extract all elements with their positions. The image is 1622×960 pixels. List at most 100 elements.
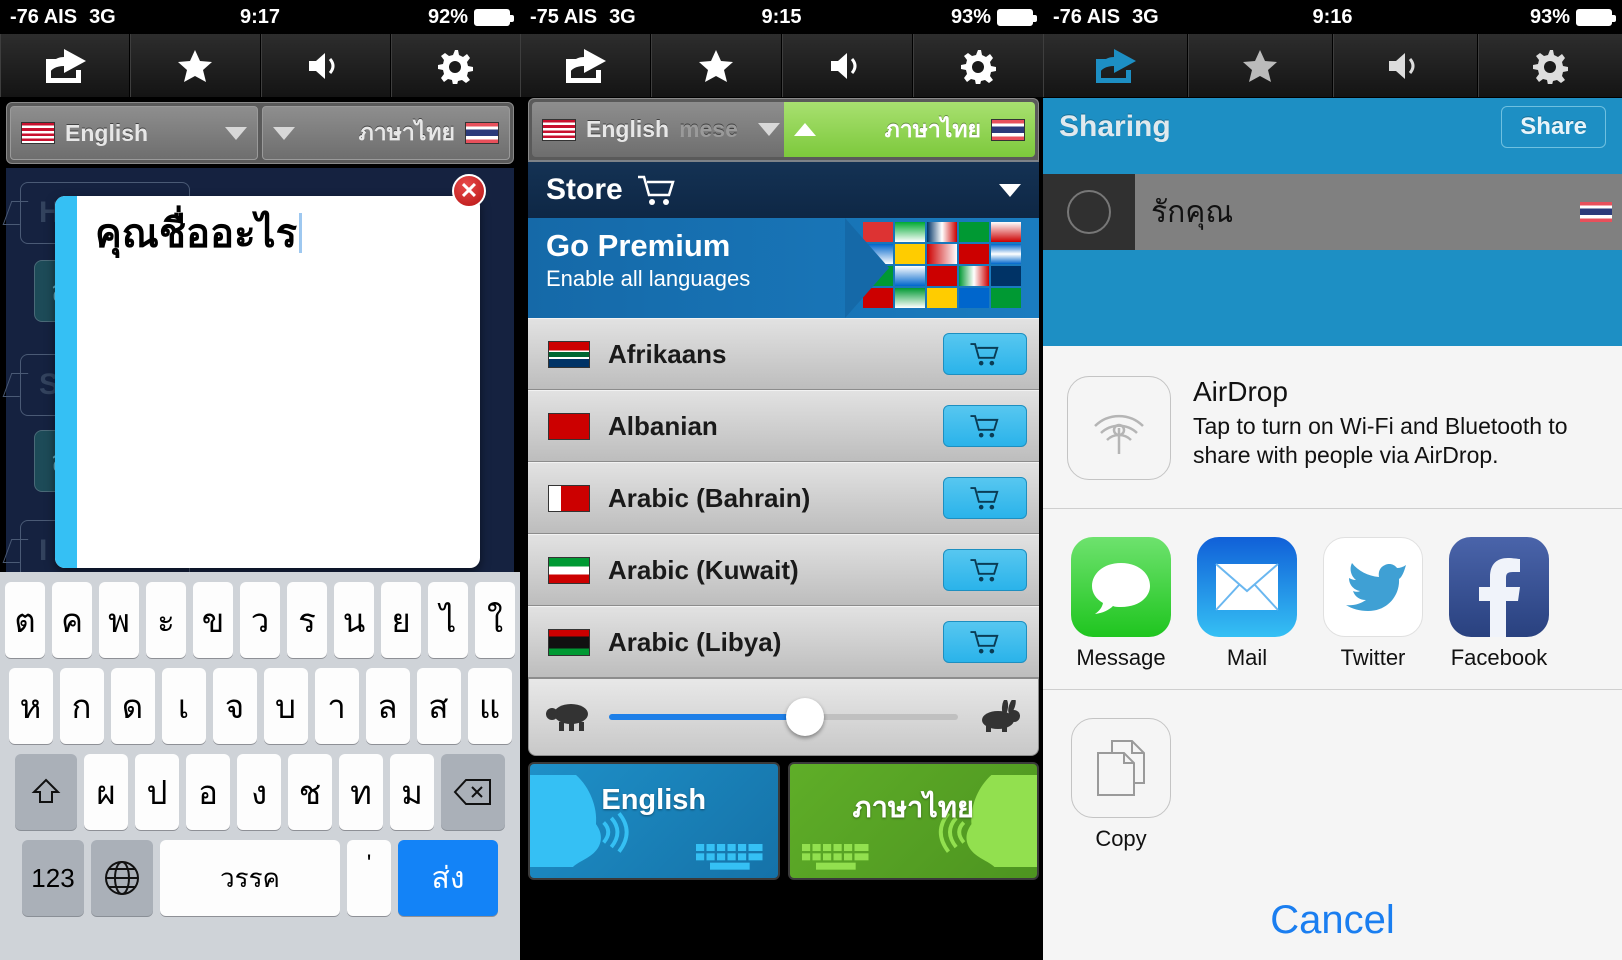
key[interactable]: ง	[237, 754, 281, 830]
key[interactable]: ส	[416, 668, 461, 744]
go-premium-banner[interactable]: Go Premium Enable all languages	[528, 218, 1039, 318]
three-phone-screenshots: -76 AIS 3G 9:17 92% English ภาษาไทย S I …	[0, 0, 1622, 960]
space-key[interactable]: วรรค	[160, 840, 340, 916]
selected-translation-row[interactable]: รักคุณ	[1043, 174, 1622, 250]
target-language-label: ภาษาไทย	[358, 119, 455, 145]
key[interactable]: อ	[186, 754, 230, 830]
share-button[interactable]	[1043, 34, 1188, 97]
checkbox-icon[interactable]	[1067, 190, 1111, 234]
favorites-button[interactable]	[1188, 34, 1333, 97]
key[interactable]: ร	[287, 582, 327, 658]
table-row[interactable]: Arabic (Kuwait)	[528, 534, 1039, 606]
key[interactable]: ไ	[428, 582, 468, 658]
share-target-facebook[interactable]: Facebook	[1449, 537, 1549, 671]
twitter-icon	[1323, 537, 1423, 637]
apostrophe-key[interactable]: '	[347, 840, 391, 916]
globe-key[interactable]	[91, 840, 153, 916]
table-row[interactable]: Arabic (Libya)	[528, 606, 1039, 678]
speaker-button[interactable]	[782, 34, 913, 97]
key[interactable]: ป	[135, 754, 179, 830]
flag-za-icon	[548, 340, 590, 368]
speech-speed-slider[interactable]	[528, 678, 1039, 756]
key[interactable]: น	[334, 582, 374, 658]
language-list: Afrikaans Albanian Arabic (Bahrain) Arab…	[528, 318, 1039, 678]
settings-button[interactable]	[390, 34, 520, 97]
table-row[interactable]: Albanian	[528, 390, 1039, 462]
key[interactable]: ว	[240, 582, 280, 658]
store-header[interactable]: Store	[528, 160, 1039, 218]
key[interactable]: ท	[339, 754, 383, 830]
key[interactable]: ล	[365, 668, 410, 744]
cancel-button[interactable]: Cancel	[1071, 898, 1594, 943]
speaker-button[interactable]	[1333, 34, 1478, 97]
key[interactable]: า	[314, 668, 359, 744]
airdrop-text-block: AirDrop Tap to turn on Wi-Fi and Bluetoo…	[1193, 376, 1598, 480]
share-target-twitter[interactable]: Twitter	[1323, 537, 1423, 671]
source-language-selector[interactable]: English	[10, 106, 258, 160]
key[interactable]: ผ	[84, 754, 128, 830]
buy-button[interactable]	[943, 333, 1027, 375]
favorites-button[interactable]	[651, 34, 782, 97]
share-target-mail[interactable]: Mail	[1197, 537, 1297, 671]
key[interactable]: ะ	[146, 582, 186, 658]
key[interactable]: เ	[161, 668, 206, 744]
key[interactable]: ใ	[475, 582, 515, 658]
share-apps-row: Message Mail Twitter Facebook	[1043, 509, 1622, 690]
key[interactable]: ต	[5, 582, 45, 658]
key[interactable]: ม	[390, 754, 434, 830]
key[interactable]: ย	[381, 582, 421, 658]
table-row[interactable]: Arabic (Bahrain)	[528, 462, 1039, 534]
shift-key[interactable]	[15, 754, 77, 830]
table-row[interactable]: Afrikaans	[528, 318, 1039, 390]
chevron-down-icon[interactable]	[999, 183, 1021, 197]
close-button[interactable]: ✕	[452, 174, 486, 208]
key[interactable]: ด	[110, 668, 155, 744]
source-language-selector[interactable]: English mese	[532, 102, 784, 157]
airdrop-section[interactable]: AirDrop Tap to turn on Wi-Fi and Bluetoo…	[1043, 346, 1622, 509]
speak-thai-label: ภาษาไทย	[852, 792, 975, 824]
share-confirm-button[interactable]: Share	[1501, 106, 1606, 148]
speak-english-button[interactable]: English	[528, 762, 780, 880]
slider-knob[interactable]	[786, 698, 825, 736]
key[interactable]: ค	[52, 582, 92, 658]
slider-track[interactable]	[609, 698, 958, 736]
speaker-icon	[831, 52, 857, 79]
speaker-button[interactable]	[260, 34, 391, 97]
slider-fill	[609, 714, 805, 720]
source-language-transition-label: mese	[679, 116, 738, 142]
backspace-key[interactable]	[441, 754, 505, 830]
status-bar-1: -76 AIS 3G 9:17 92%	[0, 0, 520, 34]
share-target-label: Facebook	[1450, 645, 1548, 670]
key[interactable]: บ	[263, 668, 308, 744]
share-icon	[566, 48, 606, 83]
key[interactable]: แ	[467, 668, 512, 744]
settings-button[interactable]	[913, 34, 1043, 97]
key[interactable]: พ	[99, 582, 139, 658]
key[interactable]: จ	[212, 668, 257, 744]
speak-thai-button[interactable]: ภาษาไทย	[787, 762, 1039, 880]
buy-button[interactable]	[943, 549, 1027, 591]
key[interactable]: ช	[288, 754, 332, 830]
buy-button[interactable]	[943, 405, 1027, 447]
settings-button[interactable]	[1478, 34, 1622, 97]
buy-button[interactable]	[943, 621, 1027, 663]
target-language-selector[interactable]: ภาษาไทย	[262, 106, 510, 160]
text-input-box[interactable]: คุณชื่ออะไร	[55, 196, 480, 568]
target-language-selector[interactable]: ภาษาไทย	[783, 102, 1035, 157]
key[interactable]: ข	[193, 582, 233, 658]
copy-action[interactable]: Copy	[1071, 718, 1594, 852]
favorites-button[interactable]	[130, 34, 261, 97]
share-button[interactable]	[520, 34, 651, 97]
screen-language-store: -75 AIS 3G 9:15 93% English mese ภาษาไทย…	[520, 0, 1043, 960]
buy-button[interactable]	[943, 477, 1027, 519]
selection-checkbox-cell[interactable]	[1043, 174, 1135, 250]
share-target-message[interactable]: Message	[1071, 537, 1171, 671]
key[interactable]: ห	[8, 668, 53, 744]
page-title: Sharing	[1059, 110, 1171, 143]
numbers-key[interactable]: 123	[22, 840, 84, 916]
share-target-label: Mail	[1226, 645, 1268, 670]
key[interactable]: ก	[59, 668, 104, 744]
flag-th-icon	[465, 122, 499, 144]
send-key[interactable]: ส่ง	[398, 840, 498, 916]
share-button[interactable]	[0, 34, 131, 97]
